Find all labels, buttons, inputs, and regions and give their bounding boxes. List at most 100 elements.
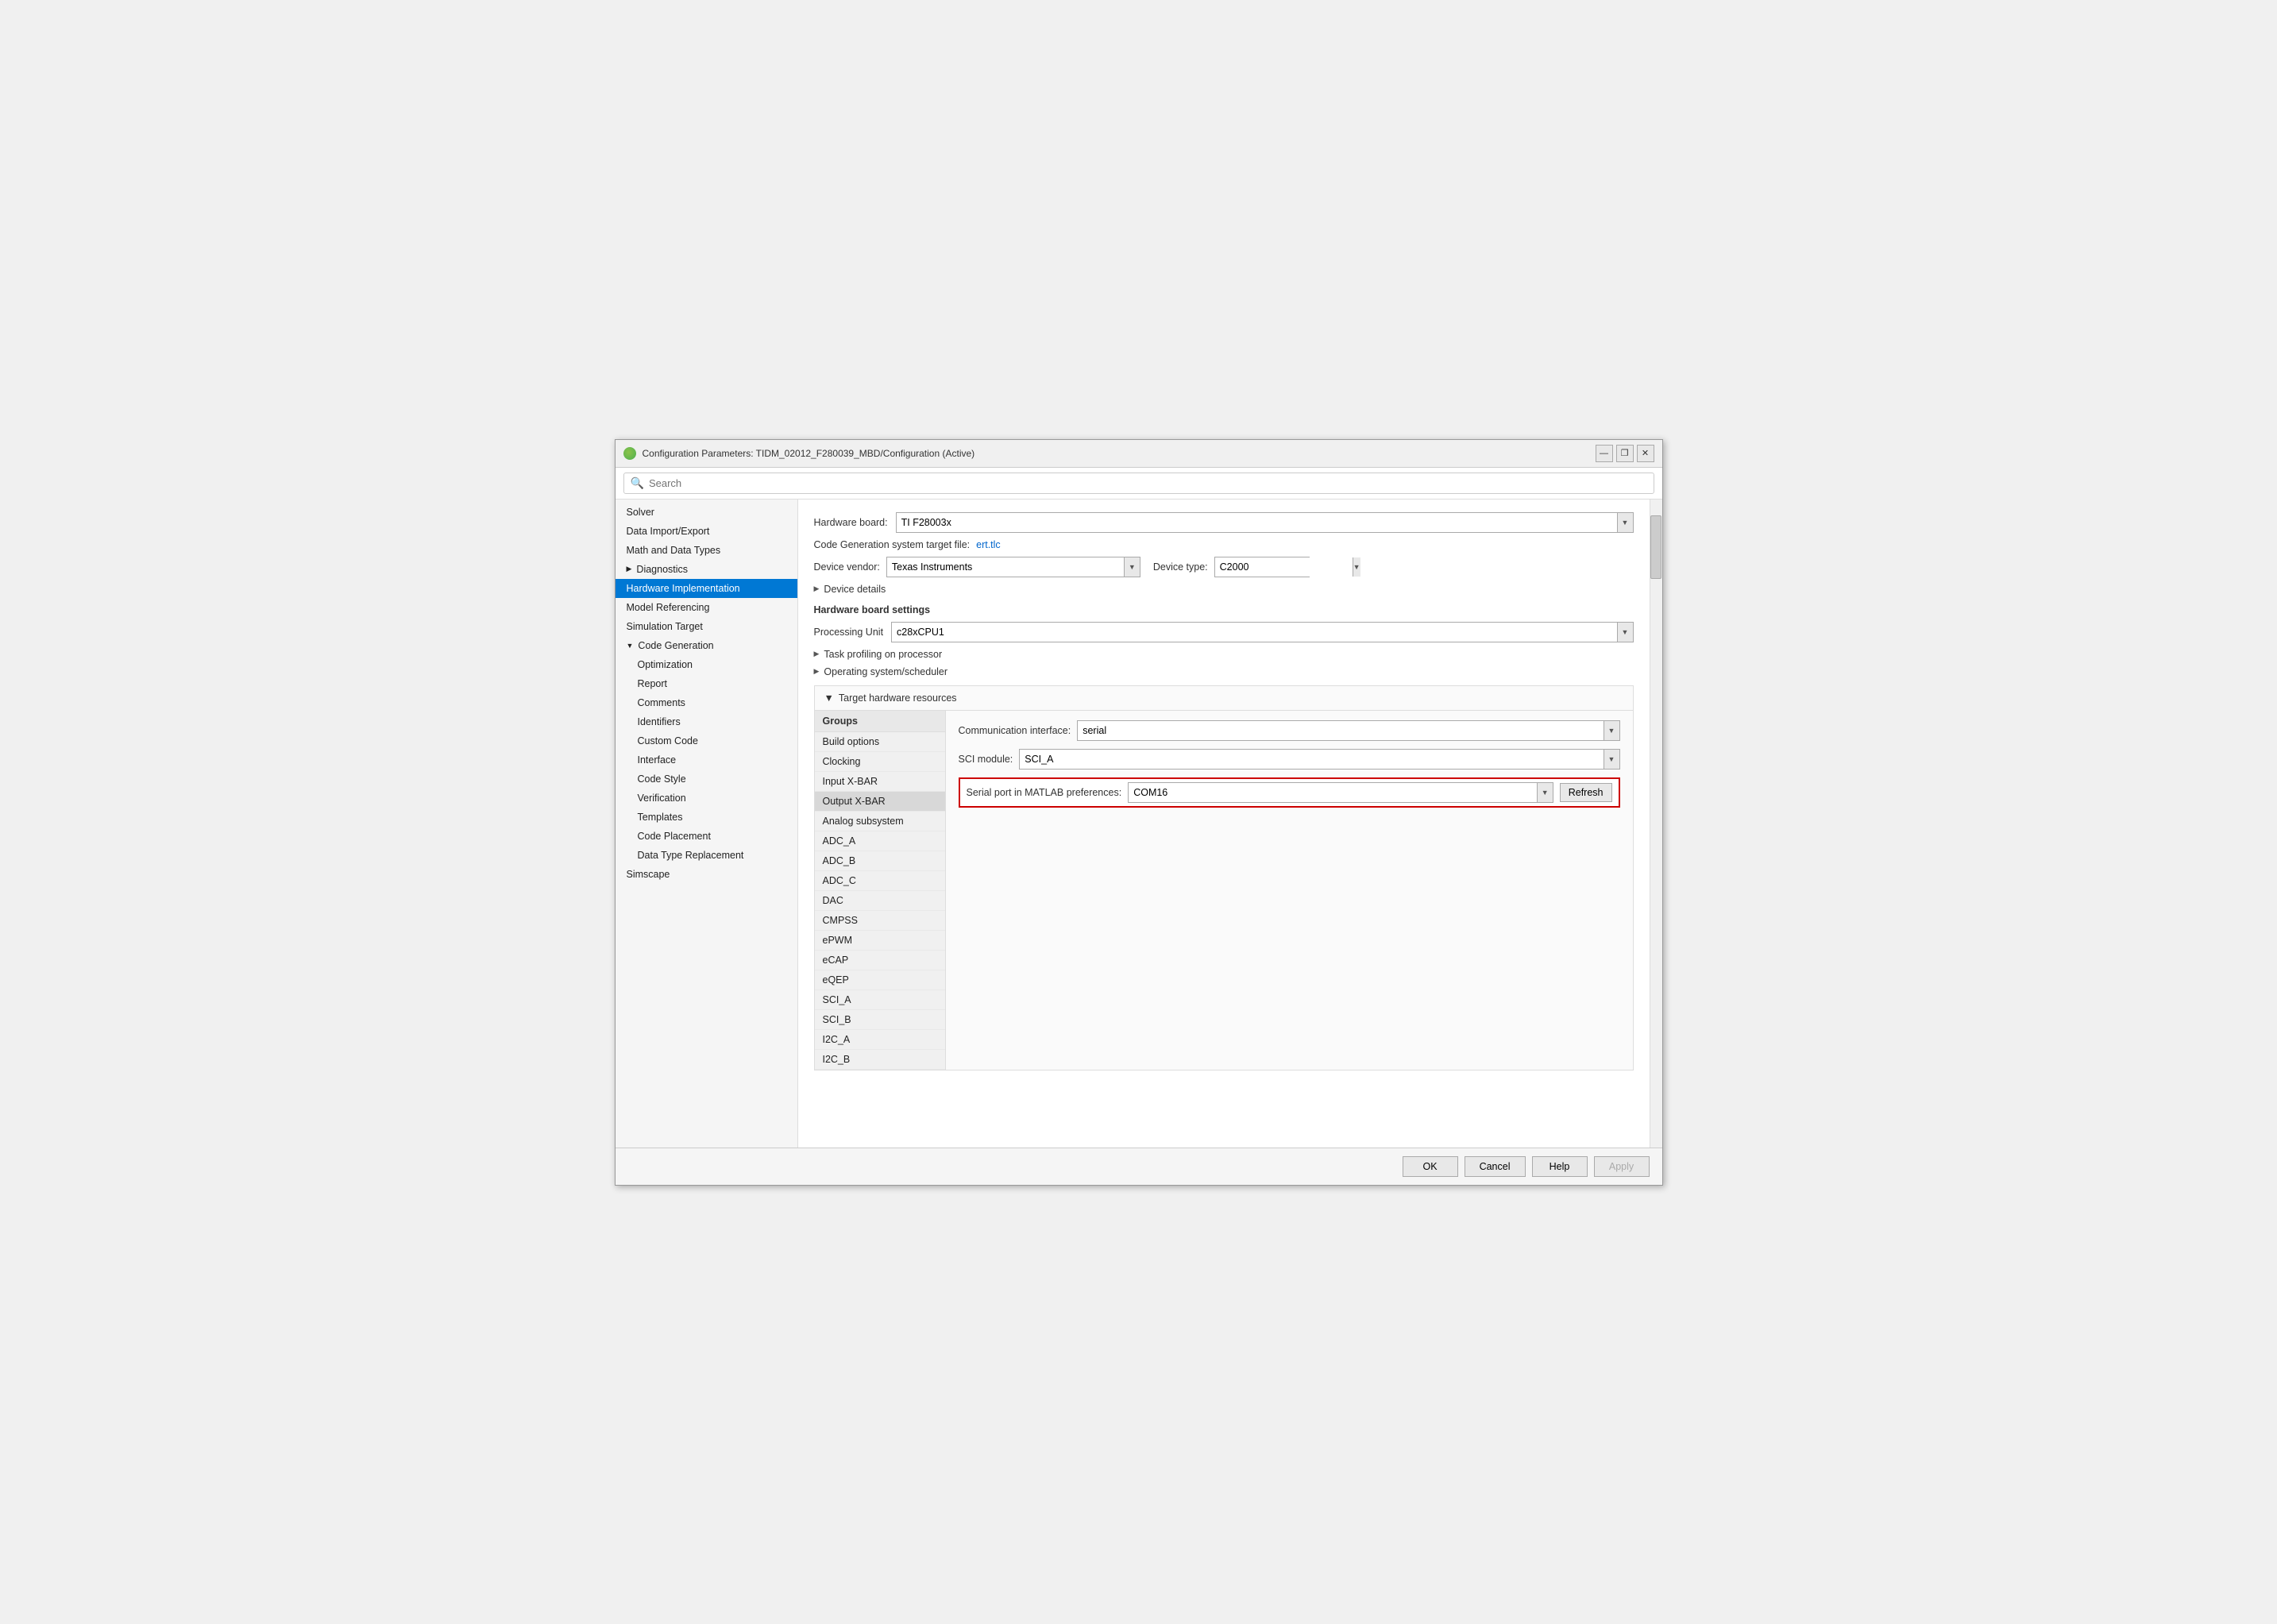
task-profiling-row[interactable]: ▶ Task profiling on processor xyxy=(814,649,1634,660)
device-vendor-input[interactable] xyxy=(887,557,1124,577)
sidebar-item-interface[interactable]: Interface xyxy=(616,750,797,770)
sidebar-item-diagnostics[interactable]: ▶ Diagnostics xyxy=(616,560,797,579)
device-details-triangle: ▶ xyxy=(814,584,820,593)
target-hw-label: Target hardware resources xyxy=(839,692,957,704)
serial-port-input[interactable] xyxy=(1129,783,1537,802)
device-type-select[interactable]: ▼ xyxy=(1214,557,1310,577)
window-title: Configuration Parameters: TIDM_02012_F28… xyxy=(643,448,975,459)
sidebar-item-simscape[interactable]: Simscape xyxy=(616,865,797,884)
task-profiling-label: Task profiling on processor xyxy=(824,649,942,660)
device-type-input[interactable] xyxy=(1215,557,1353,577)
comm-interface-input[interactable] xyxy=(1078,721,1603,740)
simulation-target-label: Simulation Target xyxy=(627,621,703,632)
os-scheduler-row[interactable]: ▶ Operating system/scheduler xyxy=(814,666,1634,677)
code-placement-label: Code Placement xyxy=(638,831,711,842)
sidebar-item-custom-code[interactable]: Custom Code xyxy=(616,731,797,750)
device-row: Device vendor: ▼ Device type: ▼ xyxy=(814,557,1634,577)
target-hw-header: ▼ Target hardware resources xyxy=(815,686,1633,710)
search-bar: 🔍 xyxy=(616,468,1662,500)
device-details-row[interactable]: ▶ Device details xyxy=(814,584,1634,595)
sidebar-item-templates[interactable]: Templates xyxy=(616,808,797,827)
group-item-build-options[interactable]: Build options xyxy=(815,732,945,752)
group-item-input-xbar[interactable]: Input X-BAR xyxy=(815,772,945,792)
hw-board-input[interactable] xyxy=(897,513,1617,532)
sci-module-dropdown-btn[interactable]: ▼ xyxy=(1604,750,1619,769)
sidebar-item-code-style[interactable]: Code Style xyxy=(616,770,797,789)
refresh-button[interactable]: Refresh xyxy=(1560,783,1612,802)
sidebar-item-identifiers[interactable]: Identifiers xyxy=(616,712,797,731)
group-item-epwm[interactable]: ePWM xyxy=(815,931,945,951)
os-scheduler-label: Operating system/scheduler xyxy=(824,666,947,677)
os-scheduler-triangle: ▶ xyxy=(814,667,820,676)
apply-button[interactable]: Apply xyxy=(1594,1156,1650,1177)
code-gen-row: Code Generation system target file: ert.… xyxy=(814,539,1634,550)
window-controls: — ❐ ✕ xyxy=(1596,445,1654,462)
group-item-eqep[interactable]: eQEP xyxy=(815,970,945,990)
restore-button[interactable]: ❐ xyxy=(1616,445,1634,462)
sidebar-item-math-data-types[interactable]: Math and Data Types xyxy=(616,541,797,560)
cancel-button[interactable]: Cancel xyxy=(1465,1156,1526,1177)
sidebar-item-data-type-replacement[interactable]: Data Type Replacement xyxy=(616,846,797,865)
minimize-button[interactable]: — xyxy=(1596,445,1613,462)
custom-code-label: Custom Code xyxy=(638,735,698,746)
hw-board-dropdown-btn[interactable]: ▼ xyxy=(1617,513,1633,532)
hardware-impl-label: Hardware Implementation xyxy=(627,583,740,594)
device-vendor-select[interactable]: ▼ xyxy=(886,557,1140,577)
hw-board-label: Hardware board: xyxy=(814,517,888,528)
processing-unit-select[interactable]: ▼ xyxy=(891,622,1633,642)
processing-unit-input[interactable] xyxy=(892,623,1616,642)
sidebar-item-model-referencing[interactable]: Model Referencing xyxy=(616,598,797,617)
help-button[interactable]: Help xyxy=(1532,1156,1588,1177)
group-item-adc-c[interactable]: ADC_C xyxy=(815,871,945,891)
group-item-sci-b[interactable]: SCI_B xyxy=(815,1010,945,1030)
code-gen-label: Code Generation xyxy=(638,640,713,651)
sidebar-item-hardware-implementation[interactable]: Hardware Implementation xyxy=(616,579,797,598)
comm-interface-select[interactable]: ▼ xyxy=(1077,720,1619,741)
group-item-output-xbar[interactable]: Output X-BAR xyxy=(815,792,945,812)
sidebar-item-report[interactable]: Report xyxy=(616,674,797,693)
group-item-dac[interactable]: DAC xyxy=(815,891,945,911)
device-vendor-dropdown-btn[interactable]: ▼ xyxy=(1124,557,1140,577)
hw-board-select[interactable]: ▼ xyxy=(896,512,1634,533)
code-gen-link[interactable]: ert.tlc xyxy=(976,539,1001,550)
search-input[interactable] xyxy=(649,477,1647,489)
sci-module-input[interactable] xyxy=(1020,750,1603,769)
sidebar-item-code-generation[interactable]: ▼ Code Generation xyxy=(616,636,797,655)
processing-unit-dropdown-btn[interactable]: ▼ xyxy=(1617,623,1633,642)
group-item-cmpss[interactable]: CMPSS xyxy=(815,911,945,931)
group-item-ecap[interactable]: eCAP xyxy=(815,951,945,970)
sidebar-item-verification[interactable]: Verification xyxy=(616,789,797,808)
group-item-clocking[interactable]: Clocking xyxy=(815,752,945,772)
group-item-i2c-b[interactable]: I2C_B xyxy=(815,1050,945,1070)
serial-port-dropdown-btn[interactable]: ▼ xyxy=(1537,783,1553,802)
diagnostics-triangle: ▶ xyxy=(627,565,632,573)
group-item-adc-a[interactable]: ADC_A xyxy=(815,831,945,851)
sidebar-item-optimization[interactable]: Optimization xyxy=(616,655,797,674)
scrollbar-thumb[interactable] xyxy=(1650,515,1661,579)
serial-port-select[interactable]: ▼ xyxy=(1128,782,1553,803)
sidebar-item-comments[interactable]: Comments xyxy=(616,693,797,712)
device-vendor-group: Device vendor: ▼ xyxy=(814,557,1140,577)
group-item-analog-subsystem[interactable]: Analog subsystem xyxy=(815,812,945,831)
sidebar-item-code-placement[interactable]: Code Placement xyxy=(616,827,797,846)
sci-module-select[interactable]: ▼ xyxy=(1019,749,1619,770)
group-item-i2c-a[interactable]: I2C_A xyxy=(815,1030,945,1050)
processing-unit-row: Processing Unit ▼ xyxy=(814,622,1634,642)
comm-interface-dropdown-btn[interactable]: ▼ xyxy=(1604,721,1619,740)
sidebar-item-simulation-target[interactable]: Simulation Target xyxy=(616,617,797,636)
close-button[interactable]: ✕ xyxy=(1637,445,1654,462)
sidebar-item-solver[interactable]: Solver xyxy=(616,503,797,522)
ok-button[interactable]: OK xyxy=(1403,1156,1458,1177)
sidebar-item-data-import-export[interactable]: Data Import/Export xyxy=(616,522,797,541)
solver-label: Solver xyxy=(627,507,654,518)
code-gen-triangle: ▼ xyxy=(627,642,634,650)
group-item-sci-a[interactable]: SCI_A xyxy=(815,990,945,1010)
sidebar: Solver Data Import/Export Math and Data … xyxy=(616,500,798,1148)
group-item-adc-b[interactable]: ADC_B xyxy=(815,851,945,871)
verification-label: Verification xyxy=(638,793,686,804)
device-type-dropdown-btn[interactable]: ▼ xyxy=(1353,557,1360,577)
scrollbar[interactable] xyxy=(1650,500,1662,1148)
code-style-label: Code Style xyxy=(638,773,686,785)
model-ref-label: Model Referencing xyxy=(627,602,710,613)
device-type-group: Device type: ▼ xyxy=(1153,557,1310,577)
